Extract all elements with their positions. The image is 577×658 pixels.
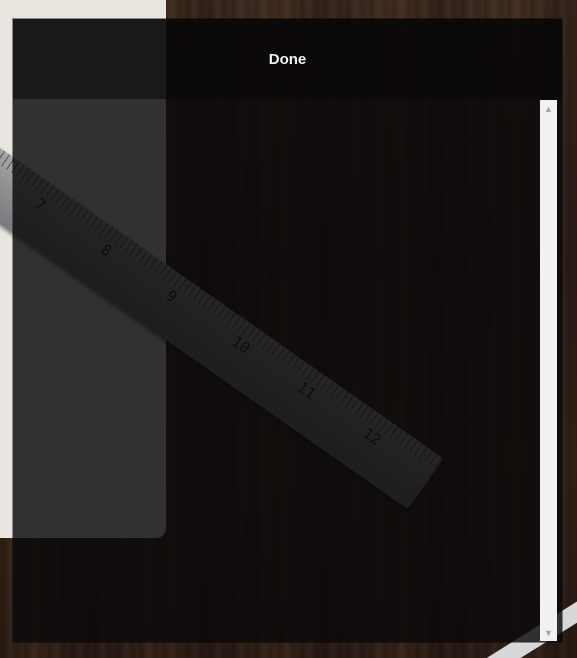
modal-header: Done	[13, 19, 562, 99]
chevron-up-icon[interactable]: ▲	[540, 100, 557, 117]
chevron-down-icon[interactable]: ▼	[540, 624, 557, 641]
done-button[interactable]: Done	[259, 45, 317, 74]
modal-dialog: Done ▲ ▼	[13, 19, 562, 642]
vertical-scrollbar[interactable]: ▲ ▼	[540, 100, 557, 641]
scroll-track[interactable]	[540, 117, 557, 624]
modal-body	[13, 99, 562, 642]
